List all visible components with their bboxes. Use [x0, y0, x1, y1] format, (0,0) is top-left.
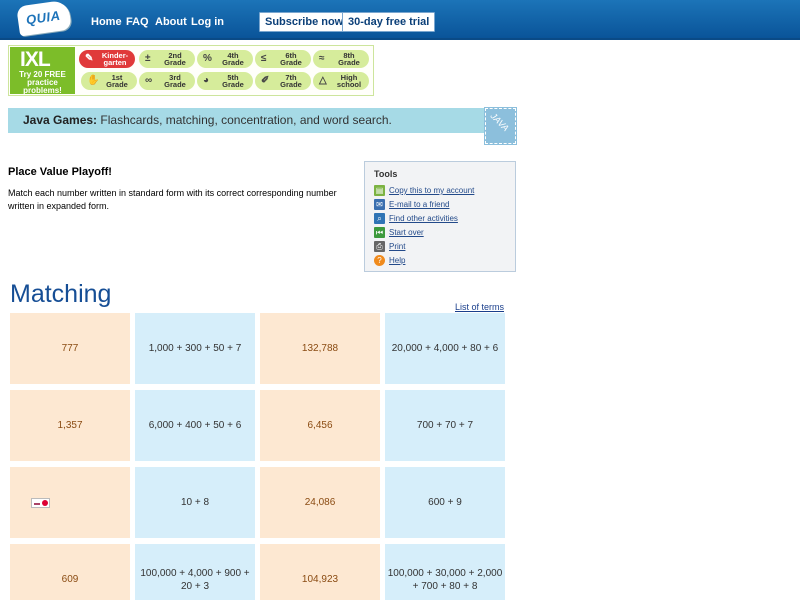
top-nav-bar: QUIA Home FAQ About Log in Subscribe now…: [0, 0, 800, 40]
ixl-logo-text: IXL: [20, 48, 51, 71]
less-equal-icon: ≤: [261, 53, 267, 64]
page-title: Place Value Playoff!: [8, 166, 112, 178]
match-card[interactable]: [10, 467, 130, 538]
list-of-terms-link[interactable]: List of terms: [455, 302, 504, 312]
match-card[interactable]: 100,000 + 4,000 + 900 + 20 + 3: [135, 544, 255, 600]
infinity-icon: ∞: [145, 75, 153, 86]
tools-panel: Tools ▤ Copy this to my account ✉ E-mail…: [364, 161, 516, 272]
ruler-icon: ✐: [261, 75, 270, 86]
copy-icon: ▤: [374, 185, 385, 196]
approx-icon: ≈: [319, 53, 325, 64]
match-card[interactable]: 132,788: [260, 313, 380, 384]
pencil-icon: ✎: [85, 53, 94, 64]
java-icon-text: JAVA: [488, 110, 511, 134]
nav-about-link[interactable]: About: [155, 16, 187, 28]
matching-title: Matching: [10, 280, 112, 308]
grade-5th-button[interactable]: ◕ 5th Grade: [197, 72, 253, 90]
grade-6th-button[interactable]: ≤6th Grade: [255, 50, 311, 68]
match-card[interactable]: 777: [10, 313, 130, 384]
grade-high-school-button[interactable]: △ High school: [313, 72, 369, 90]
grade-2nd-button[interactable]: ±2nd Grade: [139, 50, 195, 68]
grade-kindergarten-button[interactable]: ✎ Kinder-garten: [79, 50, 135, 68]
pie-icon: ◕: [203, 75, 210, 86]
activity-description: Match each number written in standard fo…: [8, 188, 337, 211]
logo-text: QUIA: [25, 7, 62, 28]
search-icon: ⌕: [374, 213, 385, 224]
grade-1st-button[interactable]: ✋ 1st Grade: [81, 72, 137, 90]
match-card[interactable]: 700 + 70 + 7: [385, 390, 505, 461]
grade-3rd-button[interactable]: ∞ 3rd Grade: [139, 72, 195, 90]
java-games-description: Flashcards, matching, concentration, and…: [97, 113, 392, 127]
plus-minus-icon: ±: [145, 53, 151, 64]
nav-home-link[interactable]: Home: [91, 16, 122, 28]
match-card[interactable]: 1,000 + 300 + 50 + 7: [135, 313, 255, 384]
email-icon: ✉: [374, 199, 385, 210]
match-card[interactable]: 609: [10, 544, 130, 600]
java-icon: JAVA: [484, 107, 517, 145]
triangle-icon: △: [319, 75, 327, 86]
match-card[interactable]: 6,000 + 400 + 50 + 6: [135, 390, 255, 461]
grade-4th-button[interactable]: % 4th Grade: [197, 50, 253, 68]
tools-header: Tools: [374, 169, 398, 179]
quia-logo[interactable]: QUIA: [16, 0, 72, 37]
grade-8th-button[interactable]: ≈8th Grade: [313, 50, 369, 68]
free-trial-button[interactable]: 30-day free trial: [342, 12, 436, 32]
ixl-logo[interactable]: IXL Try 20 FREE practice problems!: [10, 47, 75, 95]
hand-icon: ✋: [87, 75, 100, 86]
pencil-cursor-icon: [31, 498, 50, 508]
match-card[interactable]: 6,456: [260, 390, 380, 461]
java-games-bar: Java Games: Flashcards, matching, concen…: [8, 108, 516, 133]
match-card[interactable]: 100,000 + 30,000 + 2,000 + 700 + 80 + 8: [385, 544, 505, 600]
percent-icon: %: [203, 53, 212, 64]
nav-faq-link[interactable]: FAQ: [126, 16, 149, 28]
match-card[interactable]: 24,086: [260, 467, 380, 538]
match-card[interactable]: 10 + 8: [135, 467, 255, 538]
match-card[interactable]: 600 + 9: [385, 467, 505, 538]
match-card[interactable]: 20,000 + 4,000 + 80 + 6: [385, 313, 505, 384]
ixl-tagline: Try 20 FREE practice problems!: [19, 70, 66, 95]
rewind-icon: ⏮: [374, 227, 385, 238]
match-card[interactable]: 104,923: [260, 544, 380, 600]
grade-7th-button[interactable]: ✐ 7th Grade: [255, 72, 311, 90]
subscribe-button[interactable]: Subscribe now: [259, 12, 350, 32]
java-games-text: Java Games: Flashcards, matching, concen…: [23, 113, 392, 127]
match-card[interactable]: 1,357: [10, 390, 130, 461]
java-games-label: Java Games:: [23, 113, 98, 127]
nav-login-link[interactable]: Log in: [191, 16, 224, 28]
help-icon: ?: [374, 255, 385, 266]
ixl-banner[interactable]: IXL Try 20 FREE practice problems! ✎ Kind…: [8, 45, 374, 96]
print-icon: ⎙: [374, 241, 385, 252]
